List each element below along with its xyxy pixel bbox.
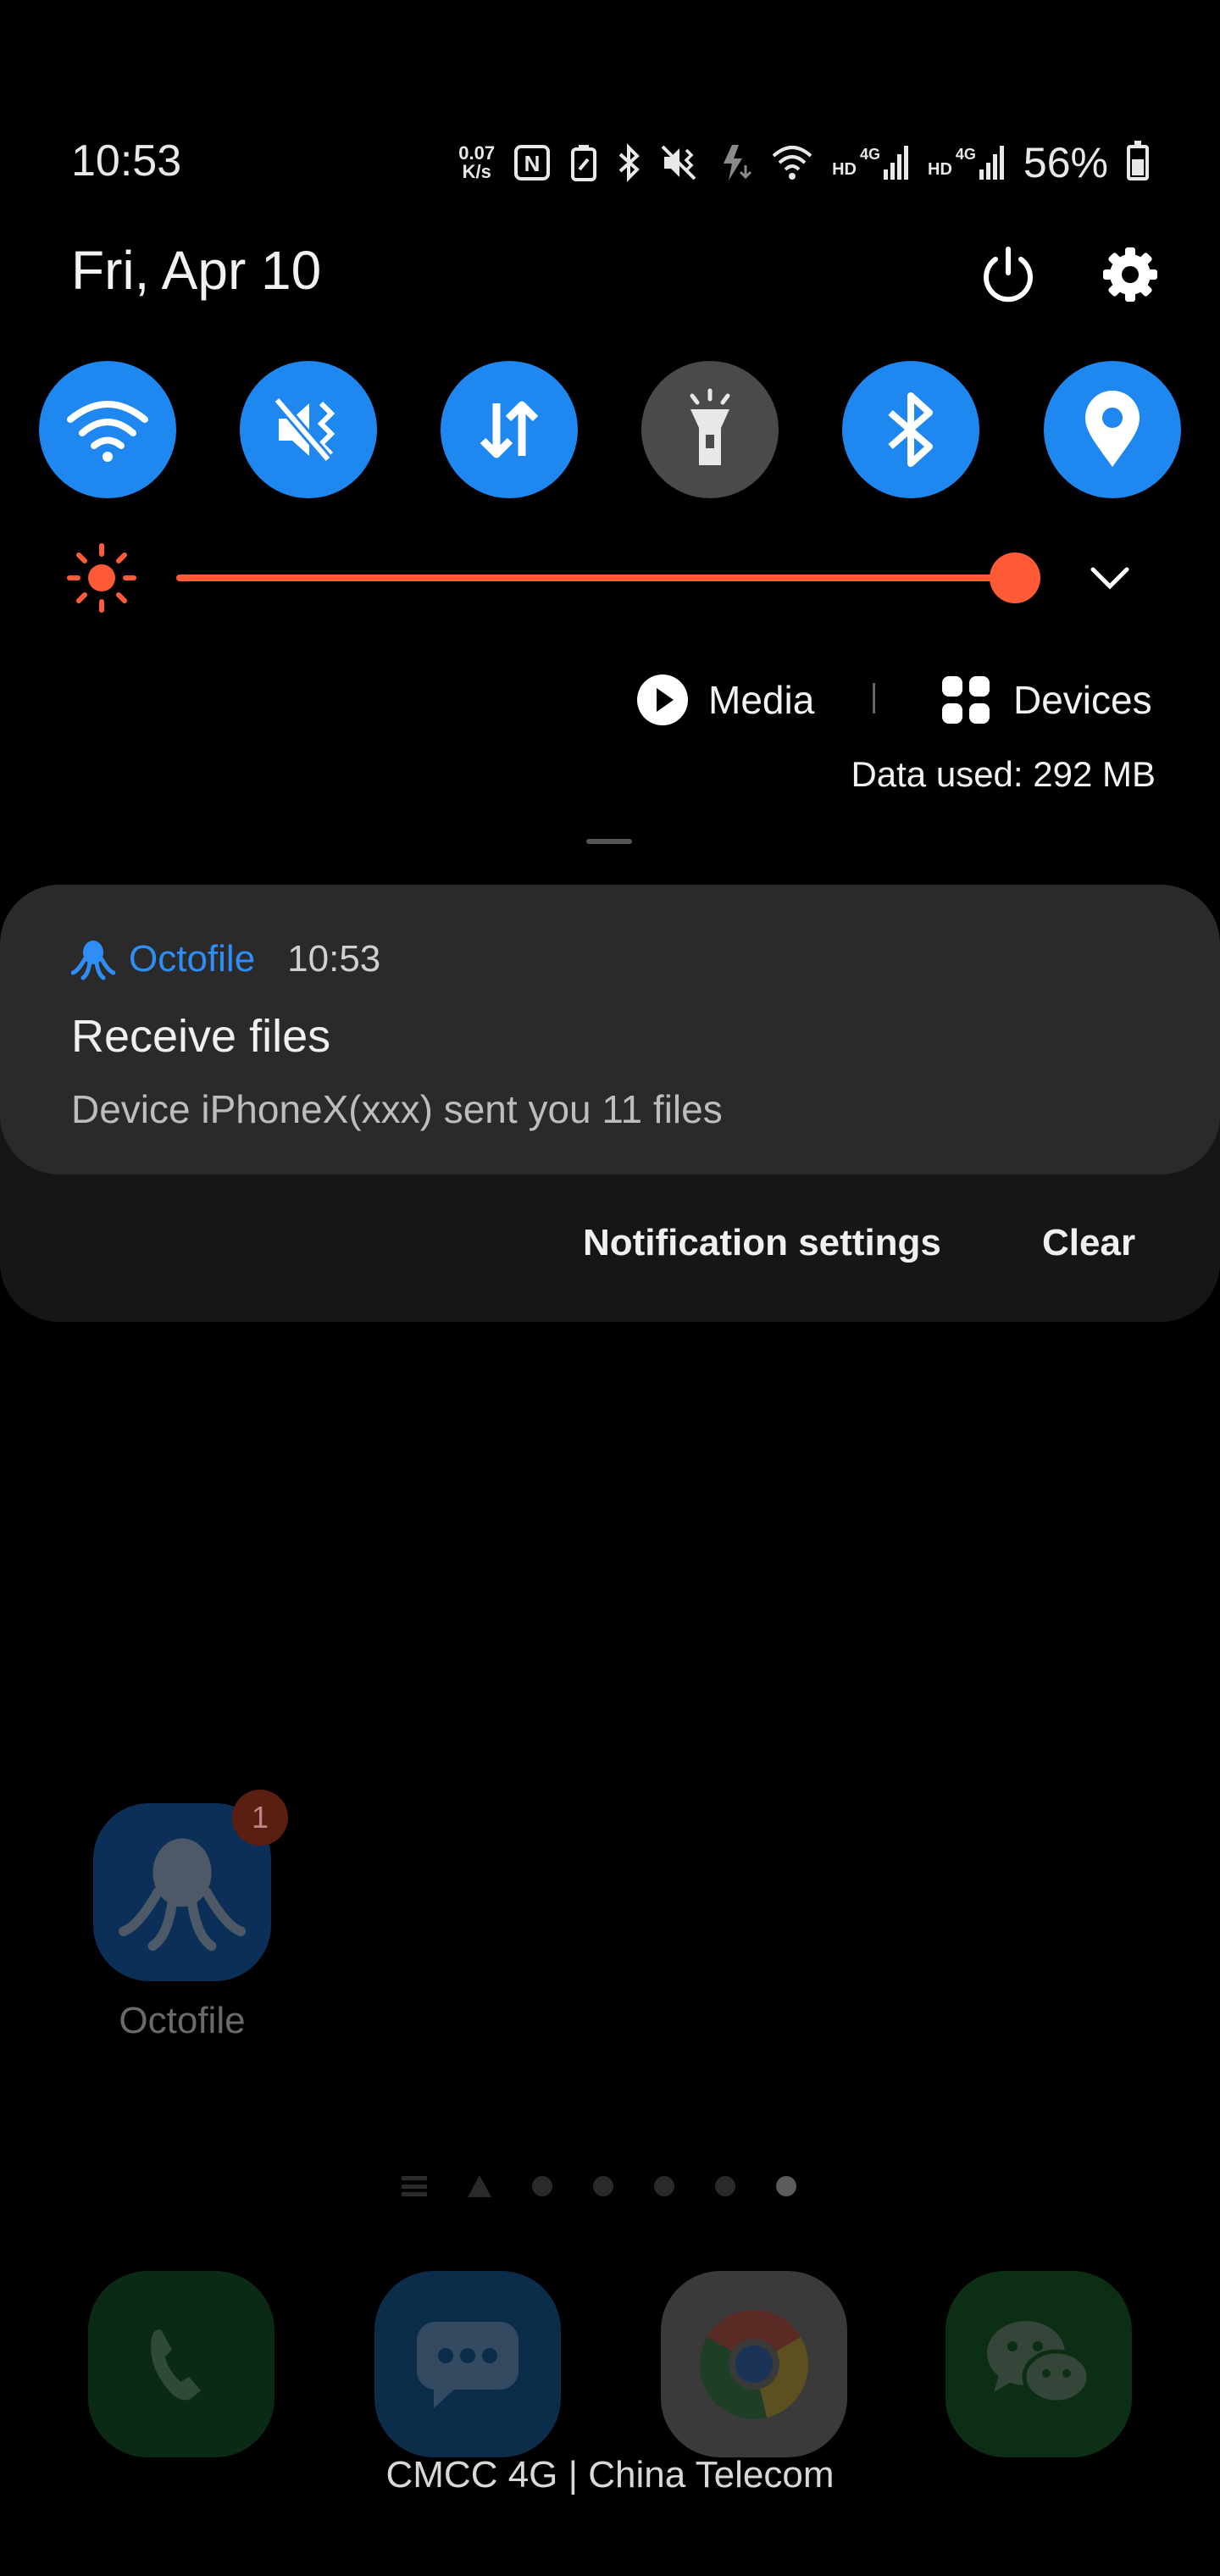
devices-button[interactable]: Devices: [942, 673, 1152, 727]
status-time: 10:53: [71, 136, 182, 186]
bluetooth-icon: [888, 392, 933, 467]
network-tag-2: HD: [928, 160, 952, 179]
page-dot-active: [776, 2176, 796, 2196]
media-button[interactable]: Media: [637, 673, 814, 727]
clear-button[interactable]: Clear: [1042, 1222, 1135, 1264]
dock-messages[interactable]: [374, 2271, 561, 2457]
notification-app-name: Octofile: [129, 938, 256, 980]
page-list-icon: [402, 2176, 427, 2196]
notification-body: Device iPhoneX(xxx) sent you 11 files: [71, 1087, 723, 1131]
power-icon[interactable]: [974, 241, 1042, 308]
brightness-slider-track[interactable]: [176, 575, 1015, 581]
flash-transfer-icon: [724, 145, 752, 180]
sound-toggle[interactable]: [240, 361, 377, 498]
media-label: Media: [708, 678, 815, 722]
page-dot: [532, 2176, 552, 2196]
home-page-icon: [468, 2175, 491, 2197]
network-tag-1: HD: [832, 160, 857, 179]
signal-bars-icon: [884, 146, 909, 180]
battery-saver-icon: [571, 145, 597, 181]
data-used-label: Data used: 292 MB: [851, 754, 1156, 794]
carrier-label: CMCC 4G | China Telecom: [385, 2454, 835, 2496]
bluetooth-status-icon: [618, 143, 640, 182]
octopus-icon: [71, 941, 115, 980]
signal-bars-icon: [979, 146, 1004, 180]
svg-text:N: N: [524, 151, 541, 176]
battery-icon: [1127, 141, 1149, 180]
nfc-icon: N: [514, 145, 551, 180]
bluetooth-toggle[interactable]: [842, 361, 979, 498]
page-indicator: [402, 2171, 796, 2201]
location-pin-icon: [1085, 391, 1140, 467]
network-speed-value: 0.07: [458, 142, 496, 164]
home-app-label: Octofile: [119, 2000, 246, 2041]
signal-sim1: HD 4G: [832, 146, 909, 180]
notification-badge: 1: [232, 1790, 288, 1846]
flashlight-toggle[interactable]: [641, 361, 779, 498]
mute-vibrate-status-icon: [661, 145, 696, 180]
wechat-icon: [987, 2321, 1091, 2405]
chevron-down-icon[interactable]: [1084, 559, 1135, 597]
dock-chrome[interactable]: [661, 2271, 847, 2457]
quick-toggles: [39, 361, 1181, 498]
message-icon: [417, 2322, 518, 2408]
page-dot: [593, 2176, 613, 2196]
network-type-2: 4G: [955, 146, 976, 163]
mute-vibrate-icon: [273, 397, 336, 463]
flashlight-icon: [690, 388, 730, 465]
brightness-icon: [67, 543, 136, 613]
octopus-icon: [119, 1838, 246, 1951]
battery-percent: 56%: [1023, 139, 1108, 186]
network-type-1: 4G: [860, 146, 881, 163]
dock-wechat[interactable]: [946, 2271, 1132, 2457]
network-speed-unit: K/s: [462, 161, 491, 182]
signal-sim2: HD 4G: [928, 146, 1005, 180]
play-icon: [637, 675, 688, 725]
panel-drag-handle[interactable]: [586, 839, 632, 844]
notification-settings-button[interactable]: Notification settings: [583, 1222, 941, 1264]
network-speed: 0.07 K/s: [458, 144, 495, 181]
date-label[interactable]: Fri, Apr 10: [71, 239, 321, 302]
notification-shade: 10:53 0.07 K/s N HD 4G HD 4G 56% Fri, Ap…: [0, 0, 1220, 2576]
notification-title: Receive files: [71, 1011, 331, 1062]
page-dot: [654, 2176, 674, 2196]
devices-label: Devices: [1013, 678, 1152, 722]
location-toggle[interactable]: [1044, 361, 1181, 498]
wifi-status-icon: [772, 146, 812, 180]
notification-time: 10:53: [287, 938, 381, 980]
divider: [873, 683, 875, 713]
mobile-data-toggle[interactable]: [441, 361, 578, 498]
data-arrows-icon: [480, 401, 539, 458]
devices-icon: [942, 676, 990, 724]
gear-icon[interactable]: [1096, 241, 1164, 308]
status-icons: 0.07 K/s N HD 4G HD 4G 56%: [458, 136, 1149, 190]
notification-app-header: Octofile 10:53: [71, 935, 380, 983]
dock-phone[interactable]: [88, 2271, 274, 2457]
phone-icon: [151, 2329, 201, 2401]
wifi-toggle[interactable]: [39, 361, 176, 498]
chrome-icon: [699, 2310, 809, 2419]
wifi-icon: [67, 401, 148, 462]
brightness-slider-thumb[interactable]: [990, 552, 1040, 603]
page-dot: [715, 2176, 735, 2196]
